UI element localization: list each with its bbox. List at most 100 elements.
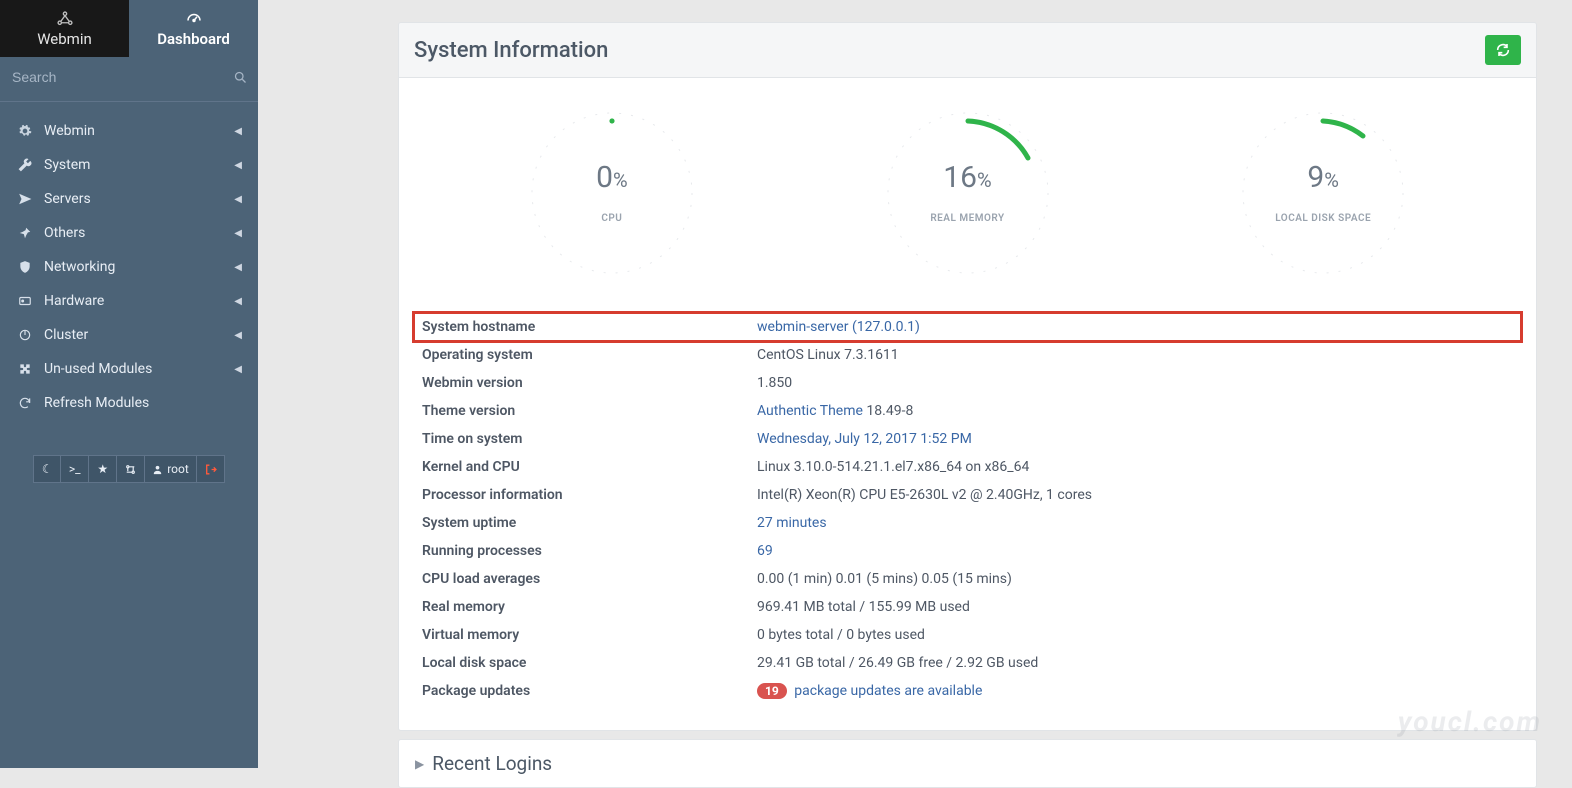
hostname-label: System hostname bbox=[414, 313, 749, 341]
refresh-icon bbox=[1495, 42, 1511, 58]
sidebar-item-others[interactable]: Others ◀ bbox=[0, 216, 258, 250]
row-uptime: System uptime 27 minutes bbox=[414, 509, 1521, 537]
sidebar-search bbox=[0, 57, 258, 102]
uptime-link[interactable]: 27 minutes bbox=[757, 515, 827, 531]
gauge-memory-percent: 16% bbox=[868, 160, 1068, 195]
chevron-left-icon: ◀ bbox=[234, 228, 242, 239]
row-hostname: System hostname webmin-server (127.0.0.1… bbox=[414, 313, 1521, 341]
disk-icon bbox=[16, 294, 34, 308]
refresh-icon bbox=[16, 396, 34, 410]
chevron-left-icon: ◀ bbox=[234, 296, 242, 307]
moon-icon: ☾ bbox=[42, 462, 53, 476]
sidebar-item-networking[interactable]: Networking ◀ bbox=[0, 250, 258, 284]
theme-version-value: Authentic Theme 18.49-8 bbox=[749, 397, 1521, 425]
star-icon: ★ bbox=[97, 462, 108, 476]
chevron-left-icon: ◀ bbox=[234, 160, 242, 171]
dashboard-icon bbox=[184, 10, 204, 28]
main-content: System Information 0% CPU bbox=[258, 0, 1572, 768]
chevron-left-icon: ◀ bbox=[234, 262, 242, 273]
recent-logins-title: Recent Logins bbox=[432, 752, 552, 775]
sidebar-item-label: Cluster bbox=[44, 327, 88, 343]
time-label: Time on system bbox=[414, 425, 749, 453]
sidebar-item-label: Hardware bbox=[44, 293, 104, 309]
virtmem-label: Virtual memory bbox=[414, 621, 749, 649]
night-mode-button[interactable]: ☾ bbox=[33, 455, 61, 483]
bottom-toolbar: ☾ >_ ★ root bbox=[0, 455, 258, 483]
sidebar-item-cluster[interactable]: Cluster ◀ bbox=[0, 318, 258, 352]
realmem-label: Real memory bbox=[414, 593, 749, 621]
gauge-memory-label: REAL MEMORY bbox=[868, 213, 1068, 224]
row-processes: Running processes 69 bbox=[414, 537, 1521, 565]
power-icon bbox=[16, 328, 34, 342]
sign-out-button[interactable] bbox=[197, 455, 225, 483]
row-load: CPU load averages 0.00 (1 min) 0.01 (5 m… bbox=[414, 565, 1521, 593]
tab-dashboard[interactable]: Dashboard bbox=[129, 0, 258, 57]
sidebar: Webmin ◀ System ◀ Servers ◀ Others ◀ Net… bbox=[0, 57, 258, 768]
search-input[interactable] bbox=[10, 63, 233, 91]
row-webmin-version: Webmin version 1.850 bbox=[414, 369, 1521, 397]
time-link[interactable]: Wednesday, July 12, 2017 1:52 PM bbox=[757, 431, 972, 447]
processor-label: Processor information bbox=[414, 481, 749, 509]
os-label: Operating system bbox=[414, 341, 749, 369]
theme-version-label: Theme version bbox=[414, 397, 749, 425]
sidebar-item-hardware[interactable]: Hardware ◀ bbox=[0, 284, 258, 318]
row-virtmem: Virtual memory 0 bytes total / 0 bytes u… bbox=[414, 621, 1521, 649]
row-package-updates: Package updates 19 package updates are a… bbox=[414, 677, 1521, 705]
wrench-icon bbox=[16, 158, 34, 172]
processes-link[interactable]: 69 bbox=[757, 543, 773, 559]
gauge-disk-percent: 9% bbox=[1223, 160, 1423, 195]
realmem-value: 969.41 MB total / 155.99 MB used bbox=[749, 593, 1521, 621]
virtmem-value: 0 bytes total / 0 bytes used bbox=[749, 621, 1521, 649]
chevron-right-icon: ▶ bbox=[415, 757, 424, 771]
sidebar-item-label: System bbox=[44, 157, 90, 173]
sidebar-item-system[interactable]: System ◀ bbox=[0, 148, 258, 182]
tab-bar: Webmin Dashboard bbox=[0, 0, 258, 57]
terminal-icon: >_ bbox=[69, 462, 81, 476]
gauge-memory: 16% REAL MEMORY bbox=[820, 98, 1116, 288]
gauge-cpu-label: CPU bbox=[512, 213, 712, 224]
sidebar-nav: Webmin ◀ System ◀ Servers ◀ Others ◀ Net… bbox=[0, 102, 258, 420]
puzzle-icon bbox=[16, 362, 34, 376]
panel-header: System Information bbox=[398, 22, 1537, 78]
favorites-button[interactable]: ★ bbox=[89, 455, 117, 483]
refresh-button[interactable] bbox=[1485, 35, 1521, 65]
sidebar-item-webmin[interactable]: Webmin ◀ bbox=[0, 114, 258, 148]
sidebar-item-label: Others bbox=[44, 225, 85, 241]
chevron-left-icon: ◀ bbox=[234, 194, 242, 205]
webmin-version-value: 1.850 bbox=[749, 369, 1521, 397]
user-menu-button[interactable]: root bbox=[145, 455, 197, 483]
tab-webmin[interactable]: Webmin bbox=[0, 0, 129, 57]
webmin-logo-icon bbox=[55, 10, 75, 28]
sidebar-item-label: Un-used Modules bbox=[44, 361, 152, 377]
os-value: CentOS Linux 7.3.1611 bbox=[749, 341, 1521, 369]
user-name: root bbox=[167, 462, 189, 476]
package-updates-link[interactable]: package updates are available bbox=[794, 683, 982, 699]
kernel-value: Linux 3.10.0-514.21.1.el7.x86_64 on x86_… bbox=[749, 453, 1521, 481]
user-icon bbox=[152, 464, 163, 475]
gauge-disk: 9% LOCAL DISK SPACE bbox=[1175, 98, 1471, 288]
processor-value: Intel(R) Xeon(R) CPU E5-2630L v2 @ 2.40G… bbox=[749, 481, 1521, 509]
recent-logins-section[interactable]: ▶ Recent Logins bbox=[398, 739, 1537, 788]
row-kernel: Kernel and CPU Linux 3.10.0-514.21.1.el7… bbox=[414, 453, 1521, 481]
search-icon[interactable] bbox=[233, 70, 248, 85]
terminal-button[interactable]: >_ bbox=[61, 455, 89, 483]
kernel-label: Kernel and CPU bbox=[414, 453, 749, 481]
sidebar-item-servers[interactable]: Servers ◀ bbox=[0, 182, 258, 216]
sidebar-item-unused-modules[interactable]: Un-used Modules ◀ bbox=[0, 352, 258, 386]
sidebar-item-label: Refresh Modules bbox=[44, 395, 149, 411]
sidebar-item-refresh-modules[interactable]: Refresh Modules bbox=[0, 386, 258, 420]
panel-body: 0% CPU 16% REAL MEMORY bbox=[398, 78, 1537, 731]
theme-link[interactable]: Authentic Theme bbox=[757, 403, 863, 419]
load-label: CPU load averages bbox=[414, 565, 749, 593]
sidebar-item-label: Servers bbox=[44, 191, 91, 207]
uptime-label: System uptime bbox=[414, 509, 749, 537]
processes-label: Running processes bbox=[414, 537, 749, 565]
ldisk-label: Local disk space bbox=[414, 649, 749, 677]
hostname-link[interactable]: webmin-server (127.0.0.1) bbox=[757, 319, 920, 335]
package-updates-label: Package updates bbox=[414, 677, 749, 705]
sidebar-item-label: Webmin bbox=[44, 123, 95, 139]
sidebar-item-label: Networking bbox=[44, 259, 115, 275]
settings-button[interactable] bbox=[117, 455, 145, 483]
system-info-table: System hostname webmin-server (127.0.0.1… bbox=[414, 313, 1521, 705]
sliders-icon bbox=[124, 463, 137, 476]
